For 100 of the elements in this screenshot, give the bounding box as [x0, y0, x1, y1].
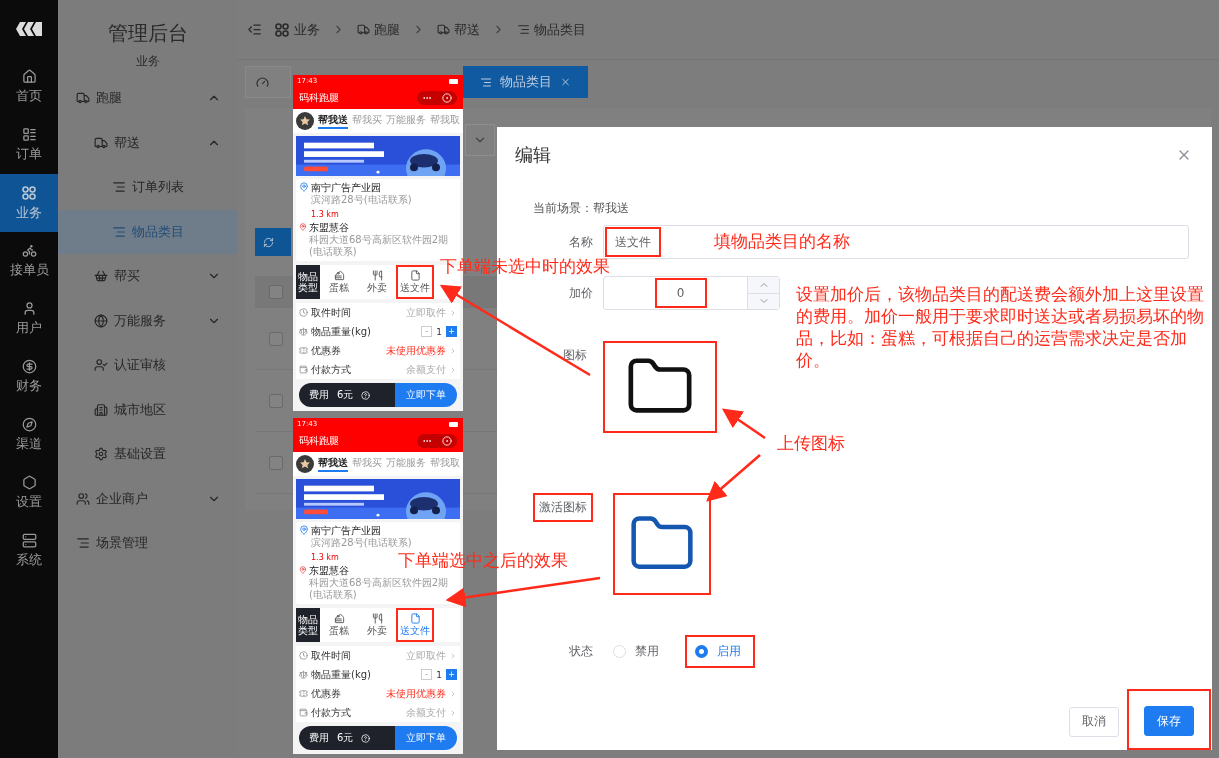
fee-amount: 6元	[337, 388, 354, 402]
nav-item[interactable]: 渠道	[0, 406, 58, 464]
breadcrumb-item[interactable]: 跑腿	[357, 20, 400, 39]
service-tab[interactable]: 帮我送	[318, 113, 348, 129]
radio-option[interactable]: 禁用	[613, 643, 659, 660]
order-option-row[interactable]: 付款方式 余额支付	[296, 360, 460, 379]
service-tab[interactable]: 帮我送	[318, 456, 348, 472]
order-option-row[interactable]: 优惠券 未使用优惠券	[296, 684, 460, 703]
order-option-row[interactable]: 物品重量(kg) - 1 +	[296, 665, 460, 684]
sidebar-item[interactable]: 城市地区	[58, 387, 237, 432]
option-value: 立即取件	[406, 305, 446, 320]
option-label: 付款方式	[311, 362, 351, 377]
service-tab[interactable]: 帮我买	[352, 113, 382, 129]
option-label: 优惠券	[311, 343, 341, 358]
distance-text: 1.3 km	[310, 551, 339, 564]
fee-amount: 6元	[337, 731, 354, 745]
field-label: 激活图标	[539, 499, 587, 516]
annotation-text: 上传图标	[777, 432, 845, 454]
app-title: 码科跑腿	[299, 91, 339, 105]
app-title: 管理后台	[106, 20, 189, 47]
sidebar-item[interactable]: 万能服务	[58, 298, 237, 343]
option-value: 余额支付	[406, 705, 446, 720]
nav-item[interactable]: 系统	[0, 522, 58, 580]
sidebar-item[interactable]: 订单列表	[58, 165, 237, 210]
option-label: 付款方式	[311, 705, 351, 720]
category-label: 物品类型	[296, 608, 320, 642]
address-name: 东盟慧谷	[308, 222, 350, 234]
sidebar-item[interactable]: 基础设置	[58, 432, 237, 477]
nav-item[interactable]: 财务	[0, 348, 58, 406]
fee-label: 费用	[309, 388, 329, 402]
breadcrumb-item[interactable]: 帮送	[437, 20, 480, 39]
service-tab[interactable]: 帮我取	[430, 456, 460, 472]
plus-button[interactable]: +	[446, 326, 457, 337]
minus-button[interactable]: -	[421, 669, 433, 680]
option-value: 余额支付	[406, 362, 446, 377]
annotation-text: 填物品类目的名称	[714, 230, 850, 252]
radio-option[interactable]: 启用	[695, 643, 741, 660]
sidebar-item[interactable]: 场景管理	[58, 521, 237, 566]
annotation-text: 设置加价后，该物品类目的配送费会额外加上这里设置的费用。加价一般用于要求即时送达或者易损易坏的物品，比如：蛋糕，可根据自己的运营需求决定是否加价。	[796, 283, 1205, 371]
address-detail: 科园大道68号高新区软件园2期(电话联系)	[308, 234, 449, 258]
order-option-row[interactable]: 付款方式 余额支付	[296, 703, 460, 722]
option-value: 未使用优惠券	[386, 343, 446, 358]
nav-item[interactable]: 业务	[0, 174, 58, 232]
minus-button[interactable]: -	[421, 326, 433, 337]
sidebar-item[interactable]: 企业商户	[58, 476, 237, 521]
field-label: 名称	[569, 233, 593, 251]
option-value: 立即取件	[406, 648, 446, 663]
sidebar-item[interactable]: 帮送	[58, 120, 237, 165]
option-label: 取件时间	[311, 305, 351, 320]
service-tab[interactable]: 万能服务	[386, 113, 426, 129]
order-option-row[interactable]: 取件时间 立即取件	[296, 646, 460, 665]
input-value: 送文件	[615, 233, 651, 251]
price-input[interactable]: 0	[603, 276, 780, 310]
page-tab[interactable]: 物品类目	[463, 66, 588, 98]
address-detail: 滨河路28号(电话联系)	[311, 537, 412, 549]
field-label: 图标	[563, 347, 587, 364]
order-now-button[interactable]: 立即下单	[395, 383, 457, 407]
service-tab[interactable]: 帮我取	[430, 113, 460, 129]
sidebar-item[interactable]: 帮买	[58, 254, 237, 299]
cancel-button[interactable]: 取消	[1069, 706, 1119, 737]
nav-item[interactable]: 首页	[0, 58, 58, 116]
distance-text: 1.3 km	[310, 208, 339, 221]
order-now-button[interactable]: 立即下单	[395, 726, 457, 750]
order-option-row[interactable]: 优惠券 未使用优惠券	[296, 341, 460, 360]
breadcrumb-item[interactable]: 物品类目	[517, 20, 586, 39]
service-tab[interactable]: 帮我买	[352, 456, 382, 472]
option-label: 物品重量(kg)	[311, 667, 371, 682]
plus-button[interactable]: +	[446, 669, 457, 680]
category-label: 物品类型	[296, 265, 320, 299]
option-value: 未使用优惠券	[386, 686, 446, 701]
option-label: 取件时间	[311, 648, 351, 663]
address-name: 南宁广告产业园	[311, 525, 382, 537]
category-item[interactable]: 送文件	[396, 608, 434, 642]
option-label: 物品重量(kg)	[311, 324, 371, 339]
order-option-row[interactable]: 物品重量(kg) - 1 +	[296, 322, 460, 341]
sidebar-item[interactable]: 跑腿	[58, 76, 237, 121]
address-name: 南宁广告产业园	[311, 182, 382, 194]
nav-item[interactable]: 接单员	[0, 232, 58, 290]
scene-text: 当前场景：帮我送	[532, 199, 630, 217]
category-item[interactable]: 蛋糕	[320, 265, 358, 299]
nav-item[interactable]: 设置	[0, 464, 58, 522]
nav-item[interactable]: 订单	[0, 116, 58, 174]
save-button[interactable]: 保存	[1144, 706, 1194, 736]
address-name: 东盟慧谷	[308, 565, 350, 577]
category-item[interactable]: 外卖	[358, 265, 396, 299]
fee-label: 费用	[309, 731, 329, 745]
field-label: 加价	[569, 284, 593, 302]
address-detail: 滨河路28号(电话联系)	[311, 194, 412, 206]
quantity-value: 1	[436, 669, 442, 680]
service-tab[interactable]: 万能服务	[386, 456, 426, 472]
sidebar-item[interactable]: 认证审核	[58, 343, 237, 388]
breadcrumb-item[interactable]: 业务	[274, 20, 320, 39]
category-item[interactable]: 外卖	[358, 608, 396, 642]
order-option-row[interactable]: 取件时间 立即取件	[296, 303, 460, 322]
field-label: 状态	[569, 643, 593, 660]
category-item[interactable]: 蛋糕	[320, 608, 358, 642]
option-label: 优惠券	[311, 686, 341, 701]
category-item[interactable]: 送文件	[396, 265, 434, 299]
nav-item[interactable]: 用户	[0, 290, 58, 348]
dialog-title: 编辑	[515, 143, 551, 167]
